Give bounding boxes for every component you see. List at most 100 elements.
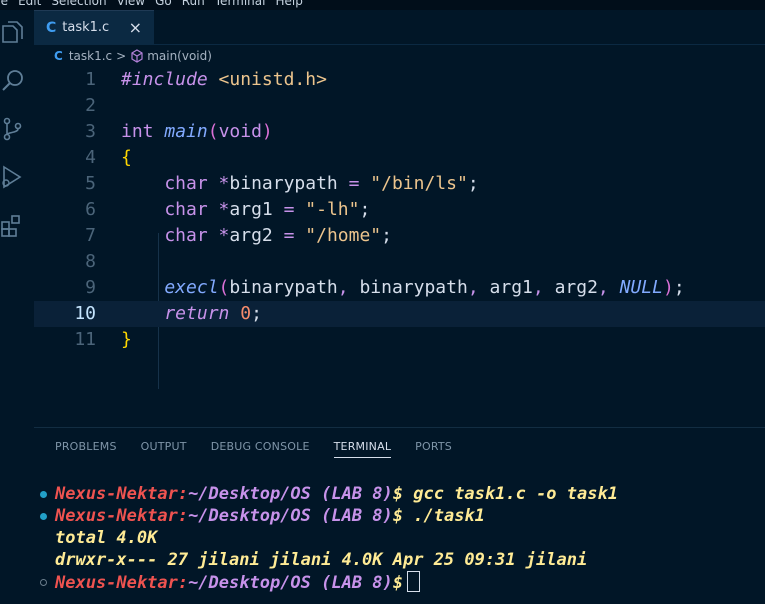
menu-item[interactable]: Terminal [215,0,266,8]
menu-item[interactable]: View [117,0,145,8]
prompt-host: Nexus-Nektar: [55,573,189,593]
code-line[interactable]: 4{ [34,145,765,171]
menu-bar: ile Edit Selection View Go Run Terminal Help [0,0,765,10]
terminal-line: total 4.0K [34,527,765,549]
menu-items: ile Edit Selection View Go Run Terminal Help [0,0,303,8]
menu-item[interactable]: Help [275,0,302,8]
code-token: * [218,173,230,194]
code-token: , [467,277,490,298]
line-number: 4 [85,147,96,168]
code-line[interactable]: 9 execl(binarypath, binarypath, arg1, ar… [34,275,765,301]
terminal-line: Nexus-Nektar:~/Desktop/OS (LAB 8)$ gcc t… [34,483,765,505]
panel-tab-terminal[interactable]: TERMINAL [333,440,392,458]
code-token: , [532,277,555,298]
method-cube-icon [130,49,144,63]
panel-tab-ports[interactable]: PORTS [415,440,452,458]
c-language-icon: C [54,49,63,63]
editor-tab-bar: C task1.c × [34,10,765,45]
code-line[interactable]: 5 char *binarypath = "/bin/ls"; [34,171,765,197]
terminal-output: drwxr-x--- 27 jilani jilani 4.0K Apr 25 … [55,550,588,570]
menu-item[interactable]: Run [182,0,205,8]
command-status-icon[interactable] [40,513,47,520]
code-token: ; [251,303,262,324]
breadcrumb-file[interactable]: task1.c [69,49,112,63]
code-token: = [272,225,306,246]
code-token: arg2 [554,277,598,298]
bottom-panel: PROBLEMS OUTPUT DEBUG CONSOLE TERMINAL PORTS… [34,427,765,604]
line-number: 11 [74,329,96,350]
code-token: void [218,121,262,142]
code-text: return 0; [121,301,262,327]
panel-tab-output[interactable]: OUTPUT [141,440,187,458]
code-editor[interactable]: 1 #include <unistd.h> 2 3 int main(void) 4{5 … [34,67,765,427]
code-token: arg1 [489,277,533,298]
code-token: ) [261,121,273,142]
extensions-icon[interactable] [0,212,26,238]
prompt-path: ~/Desktop/OS (LAB 8) [188,573,393,593]
menu-item[interactable]: Go [155,0,172,8]
code-token: ; [673,277,685,298]
close-icon[interactable]: × [129,18,142,37]
code-text: char *arg2 = "/home"; [121,223,392,249]
code-line[interactable]: 6 char *arg1 = "-lh"; [34,197,765,223]
code-token: = [272,199,306,220]
code-token: * [218,199,230,220]
prompt-path: ~/Desktop/OS (LAB 8) [188,484,393,504]
tab-task1-c[interactable]: C task1.c × [34,10,154,44]
menu-item[interactable]: Selection [51,0,106,8]
menu-item[interactable]: Edit [18,0,41,8]
breadcrumb-symbol[interactable]: main(void) [147,49,212,63]
line-number: 9 [85,277,96,298]
code-text: int main(void) [121,119,273,145]
code-line[interactable]: 7 char *arg2 = "/home"; [34,223,765,249]
code-token: ; [467,173,479,194]
prompt-symbol: $ [392,484,404,504]
prompt-symbol: $ [392,573,404,593]
code-token: , [597,277,620,298]
code-token: "-lh" [305,199,360,220]
run-debug-icon[interactable] [0,164,26,190]
line-number: 3 [85,121,96,142]
panel-tab-problems[interactable]: PROBLEMS [55,440,117,458]
code-token: char [121,225,208,246]
code-token: = [337,173,371,194]
panel-tab-debug-console[interactable]: DEBUG CONSOLE [211,440,310,458]
line-number: 8 [85,251,96,272]
terminal-text: Nexus-Nektar:~/Desktop/OS (LAB 8)$ gcc t… [55,483,618,505]
code-text: { [121,145,132,171]
prompt-path: ~/Desktop/OS (LAB 8) [188,506,393,526]
code-token: arg2 [229,225,273,246]
explorer-icon[interactable] [0,20,26,46]
code-token: "/bin/ls" [370,173,468,194]
terminal-text: Nexus-Nektar:~/Desktop/OS (LAB 8)$ [55,571,421,594]
code-token: ; [359,199,371,220]
code-token: * [218,225,230,246]
tab-label: task1.c [62,20,110,35]
code-line[interactable]: 2 [34,93,765,119]
vscode-window: ile Edit Selection View Go Run Terminal Help C … [0,0,765,604]
menu-item[interactable]: ile [0,0,8,8]
terminal-output: total 4.0K [55,528,158,548]
command-status-icon[interactable] [40,491,47,498]
search-icon[interactable] [0,68,26,94]
code-text: execl(binarypath, binarypath, arg1, arg2… [121,275,685,301]
code-token: NULL [619,277,663,298]
line-number: 7 [85,225,96,246]
code-line[interactable]: 8 [34,249,765,275]
prompt-host: Nexus-Nektar: [55,506,189,526]
code-token: int [121,121,154,142]
code-line[interactable]: 1 #include <unistd.h> [34,67,765,93]
code-text: } [121,327,132,353]
code-line[interactable]: 3 int main(void) [34,119,765,145]
line-number: 6 [85,199,96,220]
source-control-icon[interactable] [0,116,26,142]
code-line[interactable]: 10 return 0; [34,301,765,327]
code-token: binarypath [359,277,468,298]
chevron-right-icon: > [116,49,127,63]
code-line[interactable]: 11} [34,327,765,353]
command-status-icon[interactable] [40,579,47,586]
terminal-line: Nexus-Nektar:~/Desktop/OS (LAB 8)$ ./tas… [34,505,765,527]
